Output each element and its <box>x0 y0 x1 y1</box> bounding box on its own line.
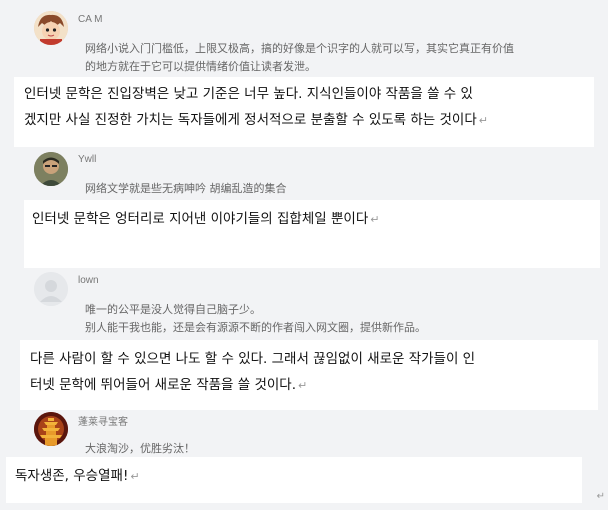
translation-box: 인터넷 문학은 엉터리로 지어낸 이야기들의 집합체일 뿐이다 ↵ <box>24 200 600 268</box>
paragraph-mark-icon: ↵ <box>478 114 488 127</box>
translation-line: 인터넷 문학은 진입장벽은 낮고 기준은 너무 높다. 지식인들이야 작품을 쓸… <box>24 86 473 102</box>
comment-body-line: 网络文学就是些无病呻吟 胡编乱造的集合 <box>85 182 287 195</box>
translation-box: 독자생존, 우승열패! ↵ <box>6 457 582 503</box>
default-user-avatar-icon <box>34 272 68 306</box>
comment-body-line: 网络小说入门门槛低，上限又极高，搞的好像是个识字的人就可以写，其实它真正有价值 <box>85 42 514 55</box>
comment-body: 大浪淘沙，优胜劣汰！ <box>85 440 585 458</box>
username[interactable]: CA M <box>78 14 102 25</box>
paragraph-mark-icon: ↵ <box>130 470 140 483</box>
comment-2: Ywll 网络文学就是些无病呻吟 胡编乱造的集合 인터넷 문학은 엉터리로 지어… <box>0 150 608 270</box>
translation-line: 다른 사람이 할 수 있으면 나도 할 수 있다. 그래서 끊임없이 새로운 작… <box>30 351 476 367</box>
avatar[interactable] <box>34 152 68 186</box>
comment-body: 唯一的公平是没人觉得自己脑子少。 别人能干我也能，还是会有源源不断的作者闯入网文… <box>85 301 585 337</box>
paragraph-mark-icon: ↵ <box>596 491 605 502</box>
comment-body-line: 大浪淘沙，优胜劣汰！ <box>85 442 195 455</box>
pagoda-tower-avatar-icon <box>34 412 68 446</box>
comment-1: CA M 网络小说入门门槛低，上限又极高，搞的好像是个识字的人就可以写，其实它真… <box>0 0 608 150</box>
translation-line: 독자생존, 우승열패! ↵ <box>15 468 140 484</box>
username[interactable]: lown <box>78 275 99 286</box>
avatar[interactable] <box>34 272 68 306</box>
comment-body-line: 别人能干我也能，还是会有源源不断的作者闯入网文圈，提供新作品。 <box>85 321 426 334</box>
comment-body: 网络小说入门门槛低，上限又极高，搞的好像是个识字的人就可以写，其实它真正有价值 … <box>85 40 585 76</box>
translation-line: 겠지만 사실 진정한 가치는 독자들에게 정서적으로 분출할 수 있도록 하는 … <box>24 112 488 128</box>
comment-3: lown 唯一的公平是没人觉得自己脑子少。 别人能干我也能，还是会有源源不断的作… <box>0 270 608 410</box>
avatar[interactable] <box>34 11 68 45</box>
translation-line: 인터넷 문학은 엉터리로 지어낸 이야기들의 집합체일 뿐이다 ↵ <box>32 211 380 227</box>
paragraph-mark-icon: ↵ <box>298 379 308 392</box>
comment-4: 蓬莱寻宝客 大浪淘沙，优胜劣汰！ 독자생존, 우승열패! ↵ <box>0 410 608 510</box>
comment-body-line: 的地方就在于它可以提供情绪价值让读者发泄。 <box>85 60 316 73</box>
username[interactable]: Ywll <box>78 154 96 165</box>
avatar[interactable] <box>34 412 68 446</box>
cartoon-character-avatar-icon <box>34 11 68 45</box>
translation-line: 터넷 문학에 뛰어들어 새로운 작품을 쓸 것이다. ↵ <box>30 377 308 393</box>
person-photo-avatar-icon <box>34 152 68 186</box>
translation-box: 인터넷 문학은 진입장벽은 낮고 기준은 너무 높다. 지식인들이야 작품을 쓸… <box>14 77 594 147</box>
comment-body-line: 唯一的公平是没人觉得自己脑子少。 <box>85 303 261 316</box>
username[interactable]: 蓬莱寻宝客 <box>78 413 128 428</box>
comment-body: 网络文学就是些无病呻吟 胡编乱造的集合 <box>85 180 585 198</box>
translation-box: 다른 사람이 할 수 있으면 나도 할 수 있다. 그래서 끊임없이 새로운 작… <box>20 340 598 410</box>
paragraph-mark-icon: ↵ <box>370 213 380 226</box>
